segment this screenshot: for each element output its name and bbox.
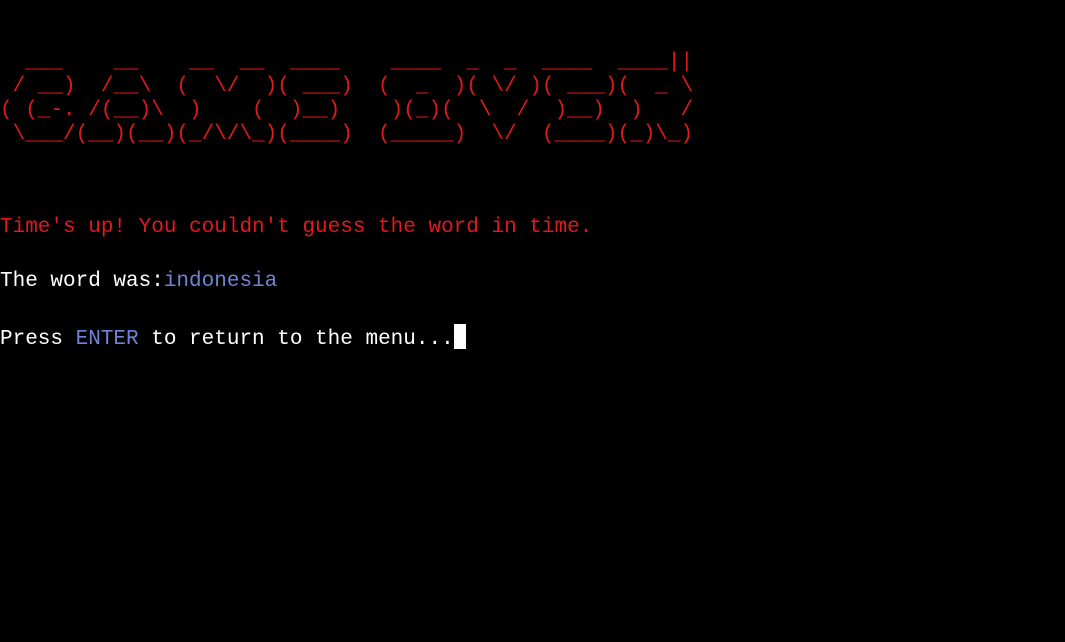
secret-word: indonesia bbox=[163, 270, 278, 293]
return-prompt: Press ENTER to return to the menu... bbox=[0, 324, 466, 351]
word-reveal-label: The word was: bbox=[0, 270, 164, 293]
time-up-message: Time's up! You couldn't guess the word i… bbox=[0, 216, 593, 239]
terminal-screen[interactable]: ___ __ __ __ ____ ____ _ _ ____ ____|| /… bbox=[0, 0, 1065, 642]
prompt-text-before: Press bbox=[0, 328, 76, 351]
enter-key-label: ENTER bbox=[75, 328, 139, 351]
word-reveal: The word was:indonesia bbox=[0, 270, 277, 294]
prompt-text-after: to return to the menu... bbox=[138, 328, 454, 351]
game-over-banner: ___ __ __ __ ____ ____ _ _ ____ ____|| /… bbox=[0, 51, 694, 146]
text-cursor[interactable] bbox=[453, 324, 466, 349]
